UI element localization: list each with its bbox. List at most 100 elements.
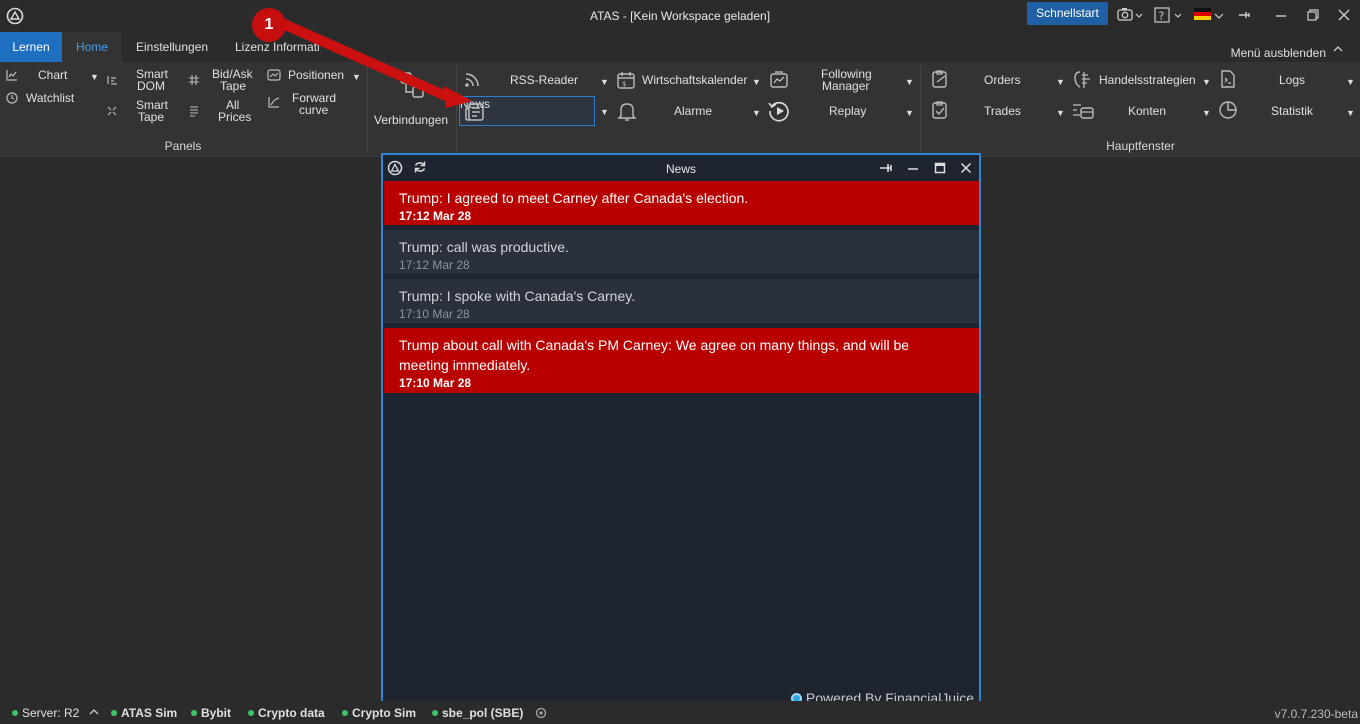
bid-ask-label-2: Tape <box>220 79 247 93</box>
bid-ask-icon <box>189 75 199 85</box>
chevron-up-icon[interactable] <box>1332 44 1344 54</box>
forward-curve-button[interactable]: Forward curve <box>266 91 364 117</box>
status-dot-icon <box>191 710 197 716</box>
strategies-icon <box>1074 71 1090 88</box>
minimize-icon[interactable] <box>1273 6 1289 24</box>
tab-lernen[interactable]: Lernen <box>0 32 62 62</box>
quickstart-button[interactable]: Schnellstart <box>1027 2 1108 25</box>
strategies-dropdown-icon[interactable]: ▼ <box>1202 76 1211 88</box>
connection-status[interactable]: Crypto Sim <box>342 706 416 720</box>
minimize-icon[interactable] <box>907 162 919 174</box>
following-manager-button[interactable]: Following Manager ▼ <box>766 67 918 93</box>
bell-icon <box>617 103 637 121</box>
connection-status[interactable]: ATAS Sim <box>111 706 177 720</box>
statistik-button[interactable]: Statistik ▼ <box>1216 99 1358 121</box>
chart-label: Chart <box>38 68 68 82</box>
rss-reader-button[interactable]: RSS-Reader ▼ <box>460 68 612 90</box>
orders-icon <box>932 70 947 88</box>
news-item[interactable]: Trump about call with Canada's PM Carney… <box>384 328 979 393</box>
close-icon[interactable] <box>960 162 972 174</box>
verbindungen-button[interactable]: Verbindungen <box>370 66 454 132</box>
watchlist-label: Watchlist <box>26 91 75 105</box>
title-bar: ATAS - [Kein Workspace geladen] Schnells… <box>0 0 1360 32</box>
version-label: v7.0.7.230-beta <box>1274 707 1358 721</box>
trades-button[interactable]: Trades ▼ <box>928 99 1068 121</box>
pin-icon[interactable] <box>879 162 895 174</box>
maximize-icon[interactable] <box>934 162 946 174</box>
news-window[interactable]: News Trump: I agreed to meet Carney afte… <box>381 153 981 712</box>
replay-button[interactable]: Replay ▼ <box>766 98 918 124</box>
chevron-up-icon[interactable] <box>88 707 100 717</box>
positionen-button[interactable]: Positionen ▼ <box>266 68 364 86</box>
logs-label: Logs <box>1279 73 1306 87</box>
news-headline: Trump about call with Canada's PM Carney… <box>399 337 910 373</box>
rss-dropdown-icon[interactable]: ▼ <box>600 76 609 88</box>
positionen-dropdown-icon[interactable]: ▼ <box>352 71 361 83</box>
news-window-header[interactable]: News <box>383 155 979 181</box>
alarme-button[interactable]: Alarme ▼ <box>614 98 764 124</box>
all-prices-button[interactable]: All Prices <box>186 98 256 124</box>
status-dot-icon <box>248 710 254 716</box>
news-item[interactable]: Trump: I agreed to meet Carney after Can… <box>384 181 979 225</box>
forward-curve-label-2: curve <box>299 103 329 117</box>
german-flag-icon[interactable] <box>1194 8 1211 20</box>
orders-button[interactable]: Orders ▼ <box>928 68 1068 90</box>
news-item[interactable]: Trump: call was productive. 17:12 Mar 28 <box>384 230 979 274</box>
smart-tape-label-2: Tape <box>138 110 165 124</box>
hide-menu-button[interactable]: Menü ausblenden <box>1231 46 1326 60</box>
smart-tape-button[interactable]: Smart Tape <box>104 98 174 124</box>
connection-status[interactable]: Crypto data <box>248 706 325 720</box>
alarme-label: Alarme <box>674 104 713 118</box>
smart-tape-icon <box>107 106 117 116</box>
connection-status[interactable]: Bybit <box>191 706 231 720</box>
orders-dropdown-icon[interactable]: ▼ <box>1056 76 1065 88</box>
close-icon[interactable] <box>1336 6 1352 24</box>
alarme-dropdown-icon[interactable]: ▼ <box>752 107 761 119</box>
replay-dropdown-icon[interactable]: ▼ <box>905 107 914 119</box>
news-headline: Trump: I spoke with Canada's Carney. <box>399 288 636 304</box>
verbindungen-label: Verbindungen <box>374 113 449 127</box>
app-logo-icon <box>6 7 24 25</box>
smart-dom-button[interactable]: Smart DOM <box>104 67 174 93</box>
help-icon[interactable]: ? <box>1153 6 1185 24</box>
news-dropdown-icon[interactable]: ▼ <box>600 107 609 117</box>
language-chevron-icon[interactable] <box>1213 6 1225 24</box>
konten-dropdown-icon[interactable]: ▼ <box>1202 107 1211 119</box>
connection-label: Crypto Sim <box>352 706 417 720</box>
watchlist-button[interactable]: Watchlist <box>4 91 100 107</box>
svg-text:$: $ <box>622 80 626 88</box>
following-dropdown-icon[interactable]: ▼ <box>905 76 914 88</box>
hauptfenster-group-label: Hauptfenster <box>1106 139 1175 153</box>
following-manager-icon <box>770 71 788 88</box>
tab-einstellungen[interactable]: Einstellungen <box>136 32 208 62</box>
news-timestamp: 17:12 Mar 28 <box>399 209 472 223</box>
chart-dropdown-icon[interactable]: ▼ <box>90 71 99 83</box>
wirtschaftskalender-button[interactable]: $ Wirtschaftskalender ▼ <box>614 68 764 90</box>
connection-label: Bybit <box>201 706 231 720</box>
pin-icon[interactable] <box>1236 6 1252 24</box>
konten-label: Konten <box>1128 104 1167 118</box>
news-button[interactable]: News <box>459 96 595 126</box>
server-status[interactable]: Server: R2 <box>12 706 79 720</box>
connection-label: ATAS Sim <box>121 706 178 720</box>
settings-icon[interactable] <box>534 706 548 720</box>
logs-dropdown-icon[interactable]: ▼ <box>1346 76 1355 88</box>
trades-dropdown-icon[interactable]: ▼ <box>1056 107 1065 119</box>
konten-button[interactable]: Konten ▼ <box>1070 99 1214 121</box>
tab-home[interactable]: Home <box>62 32 122 62</box>
status-dot-icon <box>12 710 18 716</box>
connection-label: sbe_pol (SBE) <box>442 706 524 720</box>
restore-icon[interactable] <box>1305 6 1321 24</box>
statistik-dropdown-icon[interactable]: ▼ <box>1346 107 1355 119</box>
handelsstrategien-button[interactable]: Handelsstrategien ▼ <box>1070 68 1214 90</box>
calendar-dropdown-icon[interactable]: ▼ <box>752 76 761 88</box>
news-item[interactable]: Trump: I spoke with Canada's Carney. 17:… <box>384 279 979 323</box>
chart-button[interactable]: Chart ▼ <box>4 68 100 84</box>
connection-status[interactable]: sbe_pol (SBE) <box>432 706 523 720</box>
news-icon <box>465 103 484 121</box>
logs-button[interactable]: Logs ▼ <box>1216 68 1358 90</box>
camera-icon[interactable] <box>1116 6 1144 24</box>
logs-icon <box>1221 70 1235 88</box>
bid-ask-tape-button[interactable]: Bid/Ask Tape <box>186 67 256 93</box>
positionen-label: Positionen <box>288 68 345 82</box>
